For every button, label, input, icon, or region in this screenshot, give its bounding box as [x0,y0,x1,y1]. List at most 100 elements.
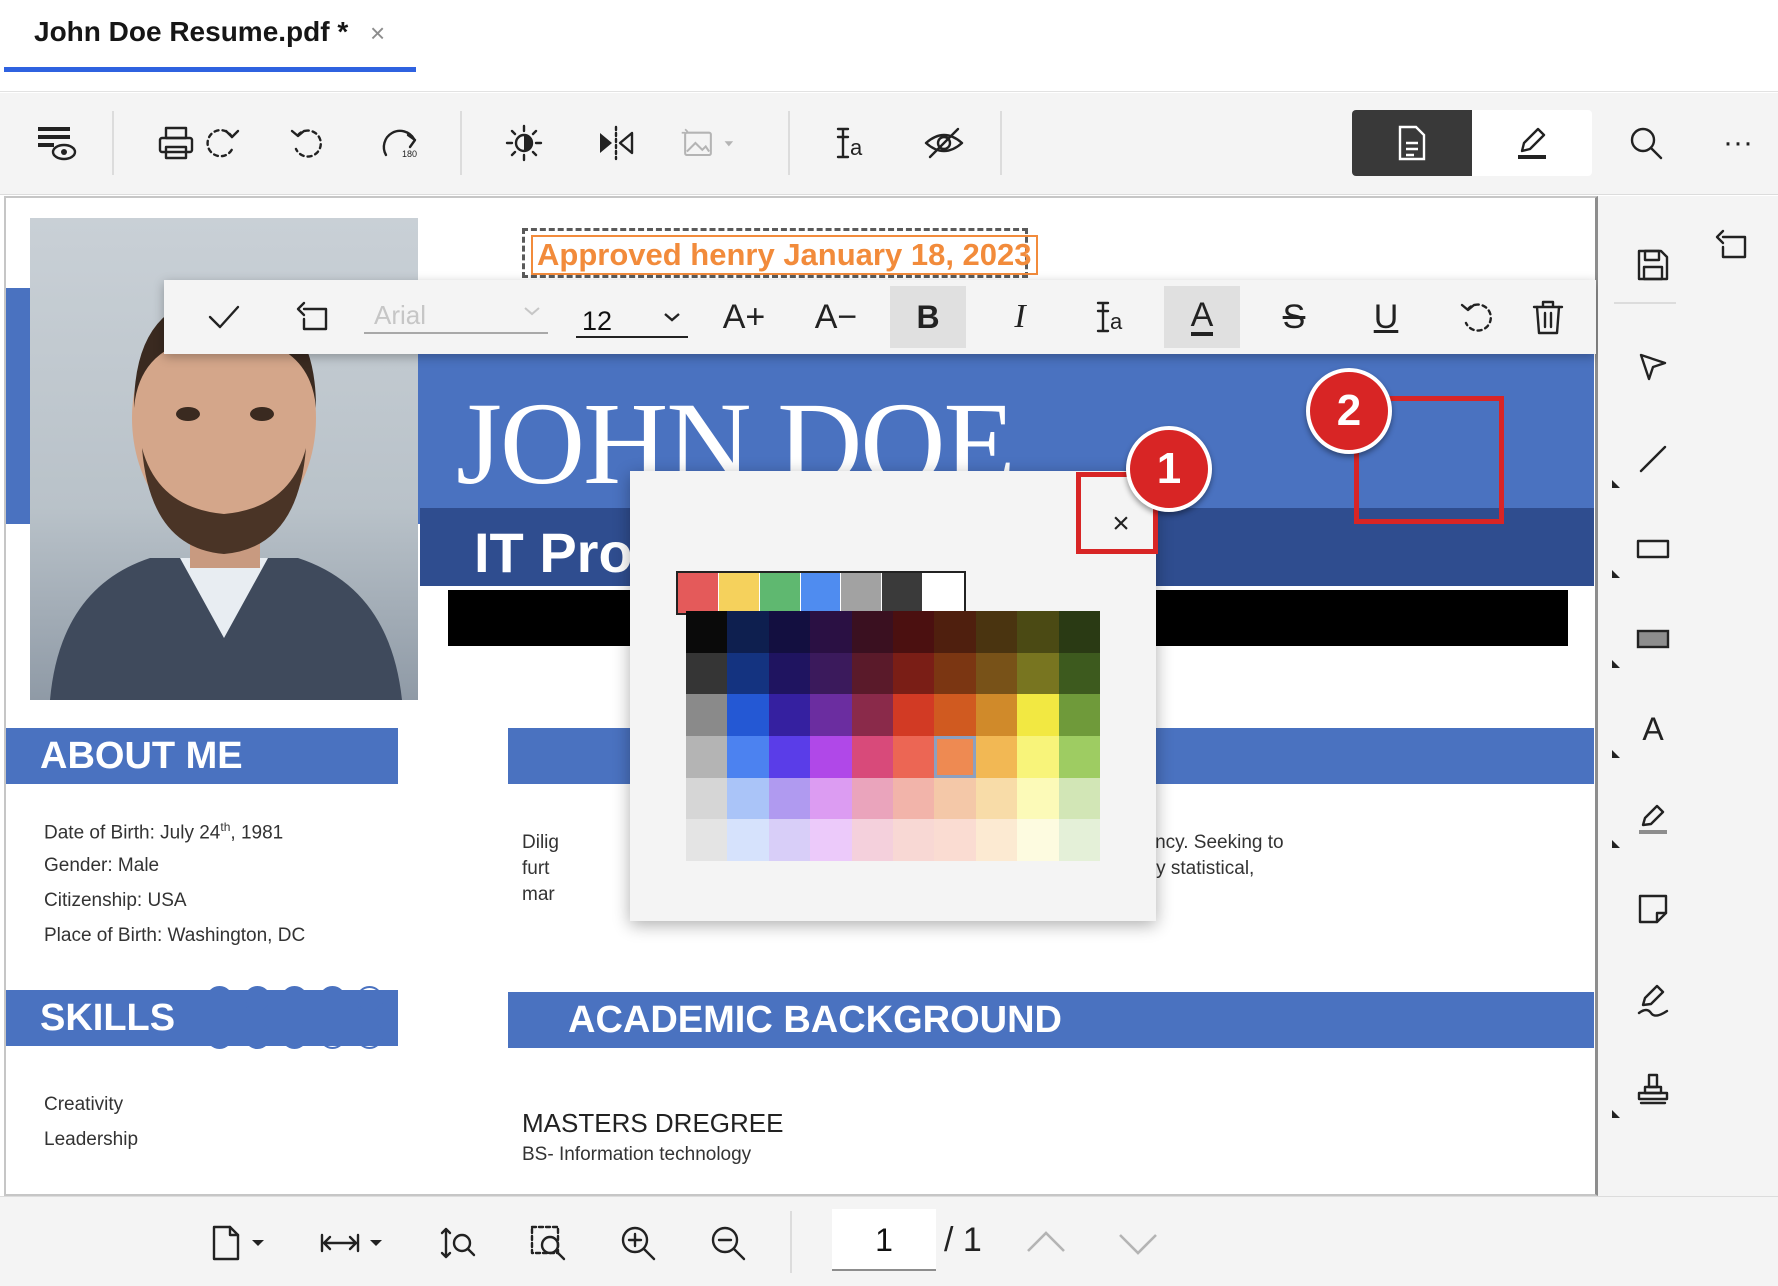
reset-icon[interactable] [1440,286,1516,348]
underline-button[interactable]: U [1348,286,1424,348]
flip-horizontal-icon[interactable] [586,113,646,173]
color-swatch[interactable] [934,694,976,736]
line-icon[interactable] [1618,424,1688,494]
italic-button[interactable]: I [982,286,1058,348]
undo-back-icon[interactable] [1698,210,1768,280]
color-swatch[interactable] [893,694,935,736]
color-swatch[interactable] [686,694,728,736]
color-swatch[interactable] [893,652,935,695]
color-swatch[interactable] [727,819,769,861]
color-swatch[interactable] [975,777,1018,820]
previous-page-icon[interactable] [1014,1211,1078,1275]
color-swatch[interactable] [686,611,728,653]
quick-color-swatch[interactable] [718,573,760,613]
font-color-button[interactable]: A [1164,286,1240,348]
save-icon[interactable] [1618,230,1688,300]
color-swatch[interactable] [975,694,1018,736]
text-icon[interactable]: A [1618,694,1688,764]
color-swatch[interactable] [1058,694,1100,736]
zoom-in-icon[interactable] [606,1211,670,1275]
color-swatch[interactable] [1017,736,1059,778]
fit-width-icon[interactable] [314,1211,398,1275]
tab-document[interactable]: John Doe Resume.pdf * × [4,0,416,72]
font-size-select[interactable]: 12 [576,296,688,338]
color-swatch[interactable] [893,736,935,778]
color-swatch[interactable] [1058,819,1100,861]
page-layout-icon[interactable] [196,1211,280,1275]
quick-color-swatch[interactable] [841,573,883,613]
color-swatch[interactable] [934,777,976,820]
approved-stamp[interactable]: Approved henry January 18, 2023 [522,228,1038,278]
color-swatch[interactable] [686,652,728,695]
signature-icon[interactable] [1618,964,1688,1034]
color-swatch[interactable] [934,652,976,695]
zoom-out-icon[interactable] [696,1211,760,1275]
color-swatch[interactable] [851,819,893,861]
color-swatch[interactable] [810,777,852,820]
color-swatch[interactable] [686,736,728,778]
color-swatch[interactable] [768,694,811,736]
color-swatch[interactable] [1058,611,1100,653]
text-format-icon[interactable]: a [822,113,882,173]
next-page-icon[interactable] [1106,1211,1170,1275]
stamp-icon[interactable] [1618,1054,1688,1124]
quick-color-swatch[interactable] [800,573,842,613]
filled-rectangle-icon[interactable] [1618,604,1688,674]
rotate-page-icon[interactable] [190,113,250,173]
color-swatch[interactable] [1058,736,1100,778]
rotate-left-icon[interactable] [278,113,338,173]
strikethrough-button[interactable]: S [1256,286,1332,348]
increase-font-icon[interactable]: A+ [706,286,782,348]
font-family-select[interactable]: Arial [364,292,548,334]
select-icon[interactable] [1618,332,1688,402]
color-swatch[interactable] [768,652,811,695]
decrease-font-icon[interactable]: A− [798,286,874,348]
color-swatch[interactable] [810,819,852,861]
color-swatch[interactable] [768,819,811,861]
color-swatch[interactable] [975,611,1018,653]
color-swatch[interactable] [1017,611,1059,653]
color-swatch[interactable] [851,652,893,695]
color-swatch[interactable] [851,611,893,653]
color-swatch[interactable] [727,777,769,820]
color-swatch[interactable] [975,819,1018,861]
color-swatch[interactable] [851,736,893,778]
color-swatch[interactable] [810,694,852,736]
color-swatch[interactable] [727,652,769,695]
color-swatch[interactable] [727,736,769,778]
color-swatch[interactable] [810,611,852,653]
quick-color-swatch[interactable] [678,573,719,613]
confirm-check-icon[interactable] [186,286,262,348]
color-swatch[interactable] [934,611,976,653]
bold-button[interactable]: B [890,286,966,348]
brightness-icon[interactable] [494,113,554,173]
color-swatch[interactable] [686,777,728,820]
zoom-fit-height-icon[interactable] [426,1211,490,1275]
color-swatch[interactable] [1017,652,1059,695]
hide-icon[interactable] [914,113,974,173]
rectangle-icon[interactable] [1618,514,1688,584]
color-swatch[interactable] [1058,652,1100,695]
color-swatch[interactable] [810,652,852,695]
delete-icon[interactable] [1510,286,1586,348]
quick-color-swatch[interactable] [882,573,924,613]
zoom-area-icon[interactable] [516,1211,580,1275]
more-icon[interactable]: ··· [1708,113,1768,173]
color-swatch[interactable] [893,819,935,861]
image-effects-icon[interactable] [680,113,740,173]
color-swatch[interactable] [686,819,728,861]
color-swatch[interactable] [768,736,811,778]
view-options-icon[interactable] [26,113,86,173]
color-swatch[interactable] [1058,777,1100,820]
color-swatch[interactable] [934,736,976,778]
quick-color-swatch[interactable] [759,573,801,613]
color-swatch[interactable] [1017,694,1059,736]
color-swatch[interactable] [1017,819,1059,861]
color-swatch[interactable] [975,736,1018,778]
color-swatch[interactable] [727,611,769,653]
search-icon[interactable] [1616,113,1676,173]
document-mode-icon[interactable] [1352,110,1472,176]
tab-close-icon[interactable]: × [370,18,385,49]
color-swatch[interactable] [768,777,811,820]
color-swatch[interactable] [768,611,811,653]
